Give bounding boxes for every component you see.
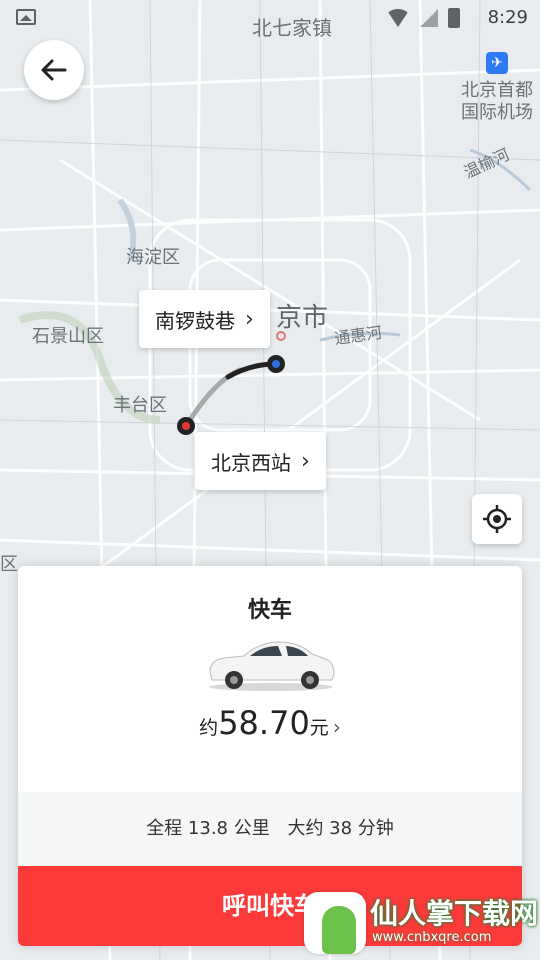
price-estimate[interactable]: 约58.70元 › — [18, 704, 522, 742]
crosshair-icon — [483, 505, 511, 533]
origin-label: 北京西站 — [211, 450, 291, 475]
watermark: 仙人掌下载网 www.cnbxqre.com — [300, 886, 540, 960]
status-bar: 8:29 — [0, 0, 540, 36]
arrow-left-icon — [41, 59, 67, 81]
route-line-gray — [183, 367, 243, 429]
chevron-right-icon: › — [301, 448, 310, 474]
car-type-title: 快车 — [247, 598, 292, 623]
locate-button[interactable] — [472, 494, 522, 544]
destination-pin-card[interactable]: 南锣鼓巷 › — [139, 290, 270, 348]
trip-info: 全程 13.8 公里 大约 38 分钟 — [18, 792, 522, 866]
chevron-right-icon: › — [245, 306, 254, 332]
car-image — [209, 641, 335, 691]
gallery-notification-icon — [16, 9, 36, 25]
airport-icon: ✈ — [486, 52, 508, 74]
signal-icon — [420, 9, 438, 27]
watermark-url: www.cnbxqre.com — [372, 930, 492, 945]
battery-icon — [448, 8, 460, 28]
watermark-title: 仙人掌下载网 — [370, 897, 539, 930]
wifi-icon — [386, 9, 410, 27]
price-suffix: 元 — [309, 717, 329, 739]
price-prefix: 约 — [199, 717, 219, 739]
trip-distance: 全程 13.8 公里 — [146, 818, 270, 839]
map-label-edge: 区 — [0, 554, 18, 575]
origin-dot — [182, 422, 190, 430]
map-label-airport: 北京首都 国际机场 — [461, 80, 533, 123]
status-icons — [386, 8, 460, 28]
chevron-right-icon: › — [332, 715, 341, 739]
destination-label: 南锣鼓巷 — [155, 308, 235, 333]
trip-duration: 大约 38 分钟 — [287, 818, 394, 839]
map-label-fengtai: 丰台区 — [113, 395, 167, 416]
map-label-haidian: 海淀区 — [126, 247, 180, 268]
destination-dot — [272, 360, 280, 368]
watermark-logo — [304, 892, 366, 954]
origin-pin-card[interactable]: 北京西站 › — [195, 432, 326, 490]
status-time: 8:29 — [487, 7, 528, 28]
map-label-beijing: 京市 — [276, 303, 329, 333]
back-button[interactable] — [24, 40, 84, 100]
map-label-shijingshan: 石景山区 — [32, 326, 104, 347]
price-value: 58.70 — [218, 704, 310, 742]
